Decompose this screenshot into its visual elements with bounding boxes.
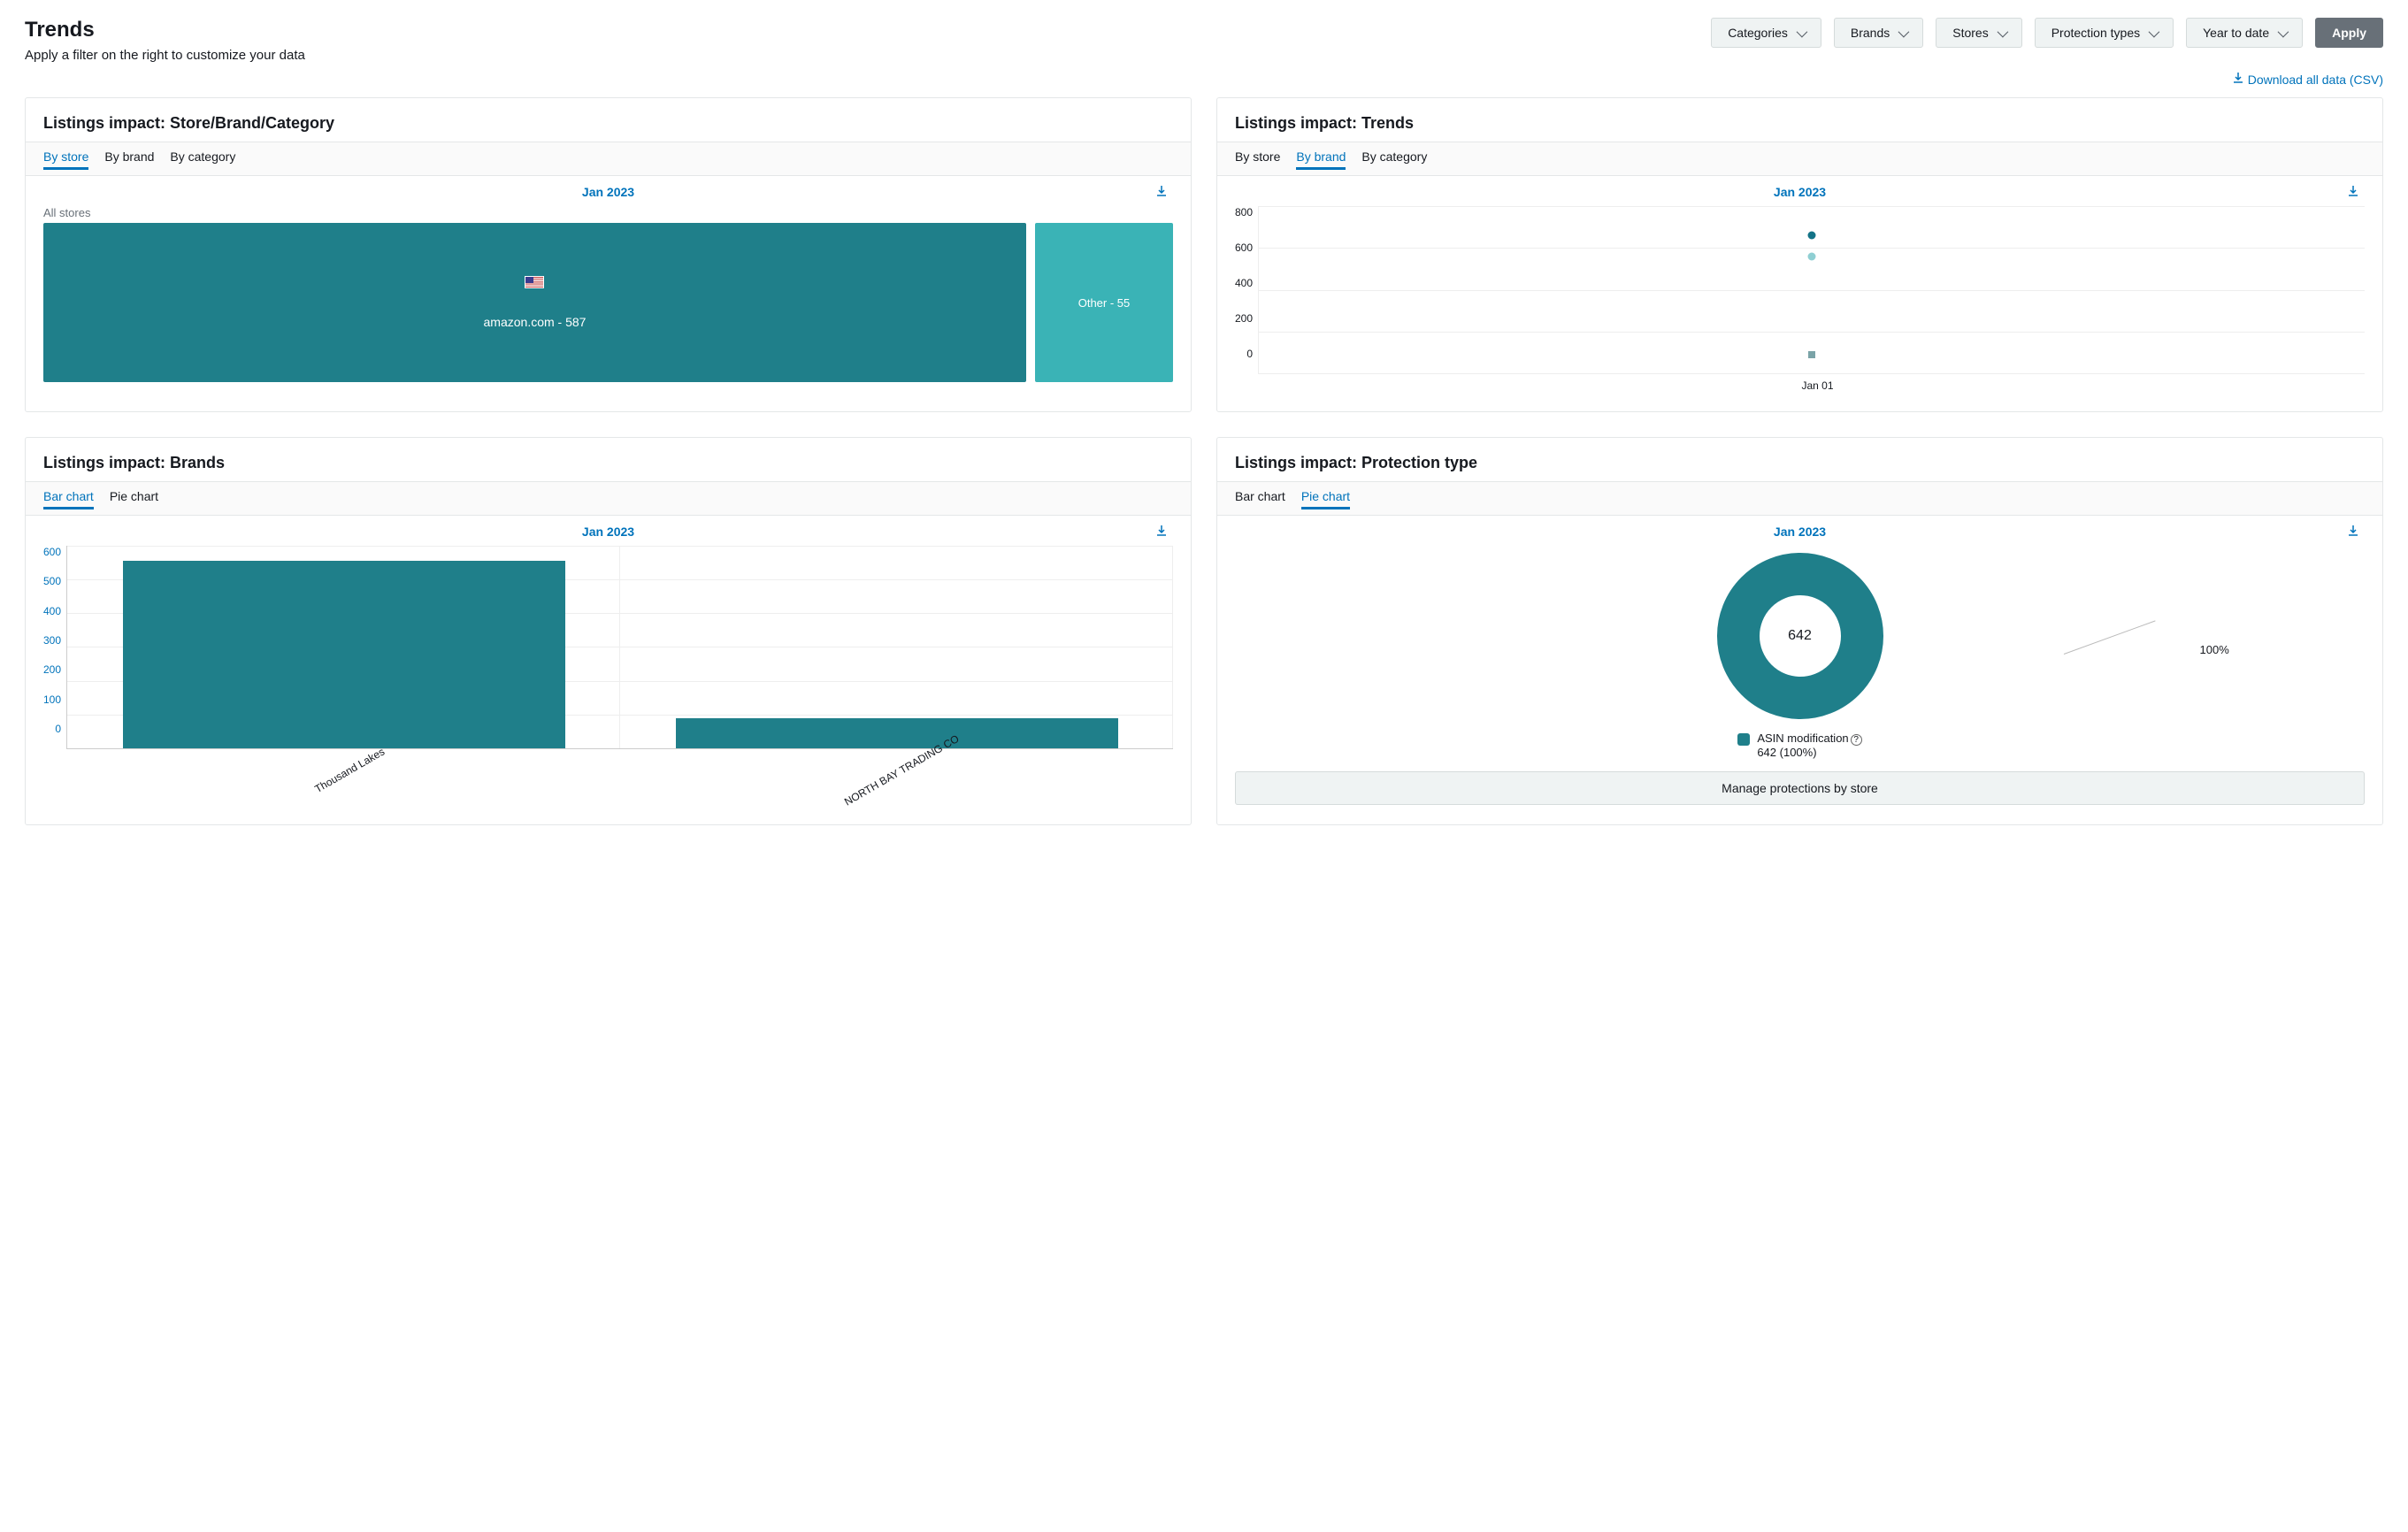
ytick: 600 bbox=[43, 546, 61, 558]
treemap-chart: amazon.com - 587 Other - 55 bbox=[43, 223, 1173, 382]
download-chart-button[interactable] bbox=[2347, 525, 2359, 540]
chart-date: Jan 2023 bbox=[1774, 185, 1826, 199]
brands-tabs: Bar chart Pie chart bbox=[26, 481, 1191, 516]
ytick: 300 bbox=[43, 634, 61, 647]
tab-pie-chart[interactable]: Pie chart bbox=[1301, 489, 1350, 509]
download-icon bbox=[2232, 72, 2244, 87]
card-listings-brands: Listings impact: Brands Bar chart Pie ch… bbox=[25, 437, 1192, 825]
stores-label: Stores bbox=[1952, 26, 1988, 40]
plot-area bbox=[66, 546, 1173, 749]
chart-date: Jan 2023 bbox=[582, 525, 634, 539]
plot-area bbox=[1258, 206, 2365, 374]
tab-bar-chart[interactable]: Bar chart bbox=[43, 489, 94, 509]
x-axis-label: Jan 01 bbox=[1270, 379, 2365, 392]
y-axis: 600 500 400 300 200 100 0 bbox=[43, 546, 66, 749]
chart-date: Jan 2023 bbox=[582, 185, 634, 199]
tab-by-brand[interactable]: By brand bbox=[104, 149, 154, 170]
tab-by-category[interactable]: By category bbox=[1361, 149, 1427, 170]
ytick: 400 bbox=[1235, 277, 1253, 289]
treemap-cell-amazon[interactable]: amazon.com - 587 bbox=[43, 223, 1026, 382]
chart-date: Jan 2023 bbox=[1774, 525, 1826, 539]
card-listings-protection: Listings impact: Protection type Bar cha… bbox=[1216, 437, 2383, 825]
treemap-cell-label: amazon.com - 587 bbox=[484, 315, 587, 329]
card-title: Listings impact: Protection type bbox=[1235, 454, 2365, 472]
legend-label: ASIN modification? bbox=[1757, 732, 1861, 746]
card-title: Listings impact: Store/Brand/Category bbox=[43, 114, 1173, 133]
chevron-down-icon bbox=[1797, 26, 1805, 40]
chevron-down-icon bbox=[1898, 26, 1906, 40]
ytick: 200 bbox=[1235, 312, 1253, 325]
ytick: 0 bbox=[55, 723, 61, 735]
categories-filter[interactable]: Categories bbox=[1711, 18, 1821, 48]
categories-label: Categories bbox=[1728, 26, 1788, 40]
page-title: Trends bbox=[25, 18, 305, 42]
card-listings-sbc: Listings impact: Store/Brand/Category By… bbox=[25, 97, 1192, 412]
chevron-down-icon bbox=[2278, 26, 2286, 40]
tab-by-store[interactable]: By store bbox=[43, 149, 88, 170]
brands-filter[interactable]: Brands bbox=[1834, 18, 1923, 48]
tab-by-brand[interactable]: By brand bbox=[1296, 149, 1346, 170]
bar-north-bay[interactable] bbox=[676, 718, 1118, 748]
ptype-tabs: Bar chart Pie chart bbox=[1217, 481, 2382, 516]
ytick: 0 bbox=[1246, 348, 1253, 360]
us-flag-icon bbox=[525, 276, 544, 288]
brands-label: Brands bbox=[1851, 26, 1890, 40]
donut-legend: ASIN modification? 642 (100%) bbox=[1235, 732, 2365, 759]
leader-line bbox=[2064, 620, 2156, 655]
tab-pie-chart[interactable]: Pie chart bbox=[110, 489, 158, 509]
ytick: 600 bbox=[1235, 241, 1253, 254]
donut-chart: 642 100% bbox=[1235, 548, 2365, 724]
date-range-filter[interactable]: Year to date bbox=[2186, 18, 2303, 48]
point-series-c[interactable] bbox=[1808, 351, 1815, 358]
page-subtitle: Apply a filter on the right to customize… bbox=[25, 48, 305, 63]
tab-bar-chart[interactable]: Bar chart bbox=[1235, 489, 1285, 509]
apply-button[interactable]: Apply bbox=[2315, 18, 2383, 48]
card-title: Listings impact: Brands bbox=[43, 454, 1173, 472]
protection-label: Protection types bbox=[2051, 26, 2140, 40]
protection-types-filter[interactable]: Protection types bbox=[2035, 18, 2174, 48]
x-axis-labels: Thousand Lakes NORTH BAY TRADING CO bbox=[70, 749, 1173, 777]
ytick: 100 bbox=[43, 693, 61, 706]
ytick: 200 bbox=[43, 663, 61, 676]
stores-filter[interactable]: Stores bbox=[1936, 18, 2021, 48]
download-all-link[interactable]: Download all data (CSV) bbox=[2232, 72, 2383, 87]
legend-color-swatch bbox=[1737, 733, 1750, 746]
download-chart-button[interactable] bbox=[1155, 185, 1168, 200]
manage-protections-button[interactable]: Manage protections by store bbox=[1235, 771, 2365, 805]
sbc-tabs: By store By brand By category bbox=[26, 142, 1191, 176]
tab-by-category[interactable]: By category bbox=[170, 149, 235, 170]
all-stores-label: All stores bbox=[43, 206, 1173, 219]
download-chart-button[interactable] bbox=[2347, 185, 2359, 200]
card-title: Listings impact: Trends bbox=[1235, 114, 2365, 133]
ytick: 500 bbox=[43, 575, 61, 587]
bar-thousand-lakes[interactable] bbox=[123, 561, 565, 748]
ytick: 400 bbox=[43, 605, 61, 617]
donut-center-value: 642 bbox=[1788, 628, 1812, 644]
chevron-down-icon bbox=[1998, 26, 2005, 40]
point-series-a[interactable] bbox=[1808, 232, 1816, 240]
card-listings-trends: Listings impact: Trends By store By bran… bbox=[1216, 97, 2383, 412]
point-series-b[interactable] bbox=[1808, 252, 1816, 260]
download-all-label: Download all data (CSV) bbox=[2248, 73, 2383, 87]
treemap-cell-other[interactable]: Other - 55 bbox=[1035, 223, 1173, 382]
y-axis: 800 600 400 200 0 bbox=[1235, 206, 1258, 374]
ytick: 800 bbox=[1235, 206, 1253, 218]
filter-bar: Categories Brands Stores Protection type… bbox=[1711, 18, 2383, 48]
info-icon[interactable]: ? bbox=[1851, 734, 1862, 746]
trends-tabs: By store By brand By category bbox=[1217, 142, 2382, 176]
legend-value: 642 (100%) bbox=[1757, 746, 1861, 759]
tab-by-store[interactable]: By store bbox=[1235, 149, 1280, 170]
range-label: Year to date bbox=[2203, 26, 2269, 40]
download-chart-button[interactable] bbox=[1155, 525, 1168, 540]
legend-text: ASIN modification bbox=[1757, 732, 1848, 745]
chevron-down-icon bbox=[2149, 26, 2157, 40]
slice-percent: 100% bbox=[2200, 643, 2229, 656]
scatter-chart: 800 600 400 200 0 bbox=[1235, 206, 2365, 374]
bar-chart: 600 500 400 300 200 100 0 bbox=[43, 546, 1173, 749]
